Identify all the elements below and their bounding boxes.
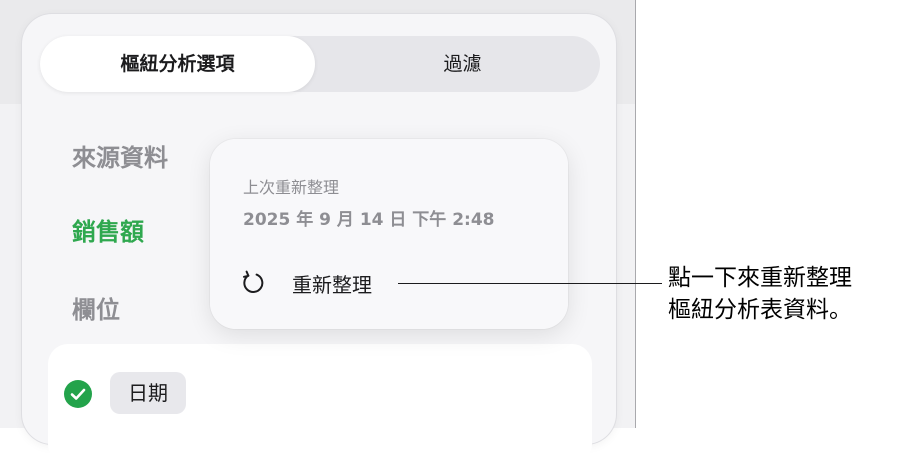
refresh-popover: 上次重新整理 2025 年 9 月 14 日 下午 2:48 重新整理	[210, 139, 568, 329]
refresh-icon	[243, 270, 264, 293]
tab-pivot-options[interactable]: 樞紐分析選項	[40, 36, 315, 92]
last-refresh-title: 上次重新整理	[243, 178, 340, 197]
refresh-button[interactable]: 重新整理	[240, 265, 372, 301]
refresh-button-label: 重新整理	[292, 272, 372, 297]
callout-line-1: 點一下來重新整理	[668, 265, 852, 291]
segmented-control: 樞紐分析選項 過濾	[40, 36, 600, 92]
last-refresh-timestamp: 2025 年 9 月 14 日 下午 2:48	[243, 210, 495, 230]
source-data-item[interactable]: 銷售額	[72, 212, 144, 247]
fields-header: 欄位	[72, 296, 120, 324]
source-data-header: 來源資料	[72, 144, 168, 172]
tab-filter[interactable]: 過濾	[325, 36, 600, 92]
device-screen: 樞紐分析選項 過濾 來源資料 銷售額 欄位 日期 上次重新整理 2025 年 9…	[0, 0, 636, 464]
field-chip-date[interactable]: 日期	[110, 372, 186, 414]
callout-line-2: 樞紐分析表資料。	[668, 297, 852, 323]
fields-card: 日期	[48, 344, 592, 464]
callout-text: 點一下來重新整理 樞紐分析表資料。	[668, 262, 852, 326]
checkmark-icon[interactable]	[64, 380, 92, 408]
callout-leader-line	[398, 283, 662, 284]
